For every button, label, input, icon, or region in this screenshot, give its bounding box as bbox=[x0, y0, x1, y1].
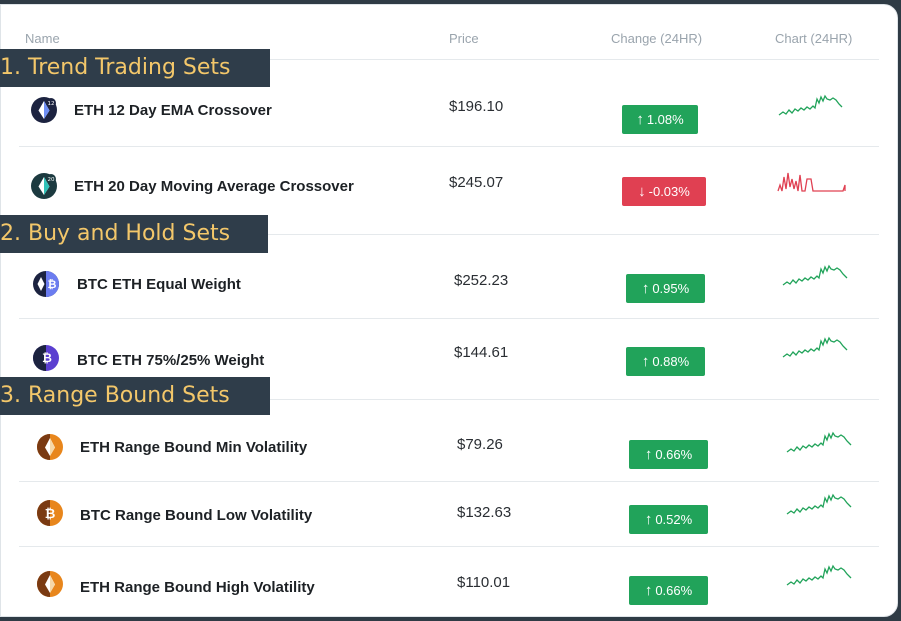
sets-table-card: Name Price Change (24HR) Chart (24HR) 12… bbox=[0, 4, 898, 617]
change-value: 0.88% bbox=[652, 354, 690, 369]
header-change[interactable]: Change (24HR) bbox=[611, 31, 702, 46]
set-name[interactable]: ETH Range Bound Min Volatility bbox=[80, 439, 307, 456]
arrow-up-icon: ↑ bbox=[644, 582, 653, 599]
table-row[interactable]: ₿ BTC Range Bound Low Volatility $132.63… bbox=[1, 493, 899, 536]
arrow-down-icon: ↓ bbox=[638, 183, 646, 200]
arrow-up-icon: ↑ bbox=[641, 353, 650, 370]
change-badge: ↑ 0.95% bbox=[626, 274, 705, 303]
eth-12-ema-icon: 12 bbox=[31, 97, 57, 123]
btc-range-low-icon: ₿ bbox=[37, 500, 63, 526]
set-name[interactable]: ETH 12 Day EMA Crossover bbox=[74, 102, 272, 119]
section-label-trend-trading: 1. Trend Trading Sets bbox=[0, 49, 270, 87]
sparkline-chart bbox=[782, 336, 848, 358]
eth-range-min-icon bbox=[37, 434, 63, 460]
change-value: -0.03% bbox=[648, 184, 690, 199]
divider bbox=[19, 146, 879, 147]
table-row[interactable]: 20 ETH 20 Day Moving Average Crossover $… bbox=[1, 169, 899, 209]
divider bbox=[19, 318, 879, 319]
change-value: 0.52% bbox=[655, 512, 693, 527]
change-badge: ↑ 0.66% bbox=[629, 440, 708, 469]
change-badge: ↑ 0.66% bbox=[629, 576, 708, 605]
change-value: 1.08% bbox=[646, 112, 684, 127]
sparkline-chart bbox=[786, 564, 852, 586]
set-price: $196.10 bbox=[449, 98, 504, 115]
table-row[interactable]: ₿ BTC ETH 75%/25% Weight $144.61 ↑ 0.88% bbox=[1, 336, 899, 381]
svg-text:₿: ₿ bbox=[42, 351, 52, 365]
change-badge: ↓ -0.03% bbox=[622, 177, 706, 206]
section-label-buy-and-hold: 2. Buy and Hold Sets bbox=[0, 215, 268, 253]
set-price: $132.63 bbox=[457, 504, 512, 521]
svg-text:₿: ₿ bbox=[48, 278, 57, 291]
set-price: $110.01 bbox=[457, 574, 511, 591]
sparkline-chart bbox=[786, 493, 852, 515]
change-badge: ↑ 1.08% bbox=[622, 105, 698, 134]
sparkline-chart bbox=[782, 264, 848, 286]
header-price[interactable]: Price bbox=[449, 31, 479, 46]
header-name: Name bbox=[25, 31, 60, 46]
set-price: $252.23 bbox=[454, 272, 509, 289]
set-name[interactable]: BTC Range Bound Low Volatility bbox=[80, 507, 312, 524]
divider bbox=[19, 481, 879, 482]
eth-20-ma-icon: 20 bbox=[31, 173, 57, 199]
table-row[interactable]: 12 ETH 12 Day EMA Crossover $196.10 ↑ 1.… bbox=[1, 93, 899, 134]
svg-text:12: 12 bbox=[48, 101, 55, 107]
header-chart: Chart (24HR) bbox=[775, 31, 853, 46]
set-price: $79.26 bbox=[457, 436, 503, 453]
change-badge: ↑ 0.52% bbox=[629, 505, 708, 534]
divider bbox=[19, 546, 879, 547]
change-value: 0.66% bbox=[655, 447, 693, 462]
set-price: $144.61 bbox=[454, 344, 509, 361]
btc-eth-75-25-icon: ₿ bbox=[33, 345, 59, 371]
change-value: 0.66% bbox=[655, 583, 693, 598]
set-name[interactable]: ETH Range Bound High Volatility bbox=[80, 579, 315, 596]
svg-text:20: 20 bbox=[48, 177, 55, 183]
arrow-up-icon: ↑ bbox=[644, 511, 653, 528]
svg-text:₿: ₿ bbox=[45, 507, 56, 522]
table-row[interactable]: ₿ BTC ETH Equal Weight $252.23 ↑ 0.95% bbox=[1, 264, 899, 307]
set-name[interactable]: ETH 20 Day Moving Average Crossover bbox=[74, 178, 354, 195]
set-name[interactable]: BTC ETH Equal Weight bbox=[77, 276, 241, 293]
table-row[interactable]: ETH Range Bound Min Volatility $79.26 ↑ … bbox=[1, 430, 899, 470]
section-label-range-bound: 3. Range Bound Sets bbox=[0, 377, 270, 415]
sparkline-chart bbox=[778, 94, 843, 116]
arrow-up-icon: ↑ bbox=[636, 111, 644, 128]
change-badge: ↑ 0.88% bbox=[626, 347, 705, 376]
set-price: $245.07 bbox=[449, 174, 504, 191]
sparkline-chart bbox=[786, 431, 852, 453]
sparkline-chart bbox=[777, 172, 846, 192]
eth-range-high-icon bbox=[37, 571, 63, 597]
arrow-up-icon: ↑ bbox=[644, 446, 653, 463]
btc-eth-equal-icon: ₿ bbox=[33, 271, 59, 297]
change-value: 0.95% bbox=[652, 281, 690, 296]
set-name[interactable]: BTC ETH 75%/25% Weight bbox=[77, 352, 264, 369]
table-row[interactable]: ETH Range Bound High Volatility $110.01 … bbox=[1, 564, 899, 607]
arrow-up-icon: ↑ bbox=[641, 280, 650, 297]
